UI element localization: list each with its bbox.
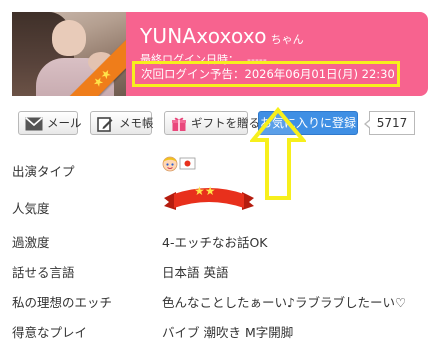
popularity-ribbon-icon: ★★	[162, 184, 256, 217]
appearance-type-icons	[162, 155, 196, 176]
memo-button-label: メモ帳	[119, 116, 154, 130]
intensity-label: 過激度	[12, 235, 50, 250]
photo-face	[52, 20, 86, 56]
profile-photo[interactable]: ★★	[12, 12, 126, 96]
honorific: ちゃん	[270, 33, 304, 46]
appearance-type-label: 出演タイプ	[12, 164, 75, 179]
ideal-label: 私の理想のエッチ	[12, 295, 113, 310]
mail-button[interactable]: メール	[18, 111, 82, 138]
intensity-value: 4-エッチなお話OK	[162, 235, 268, 250]
gift-icon	[171, 116, 187, 139]
arrow-up-icon	[250, 106, 306, 200]
memo-button[interactable]: メモ帳	[90, 111, 154, 135]
popularity-label: 人気度	[12, 201, 50, 216]
play-label: 得意なプレイ	[12, 325, 88, 340]
memo-pencil-icon	[97, 116, 113, 139]
languages-label: 話せる言語	[12, 265, 75, 280]
mail-button-label: メール	[47, 116, 82, 130]
favorite-count: 5717	[364, 111, 415, 135]
japan-flag-icon	[179, 157, 196, 170]
performer-name: YUNAxoxoxo	[140, 24, 267, 48]
popularity-stars: ★★	[194, 184, 216, 198]
costume-type-icon	[162, 156, 178, 172]
next-login-notice: 次回ログイン予告：2026年06月01日(月) 22:30	[132, 61, 400, 87]
envelope-icon	[25, 116, 43, 138]
languages-value: 日本語 英語	[162, 265, 229, 280]
ideal-value: 色んなことしたぁーい♪ラブラブしたーい♡	[162, 295, 407, 310]
gift-button[interactable]: ギフトを贈る	[164, 111, 260, 135]
performer-name-row: YUNAxoxoxo ちゃん	[140, 24, 304, 48]
play-value: バイブ 潮吹き M字開脚	[162, 325, 294, 340]
